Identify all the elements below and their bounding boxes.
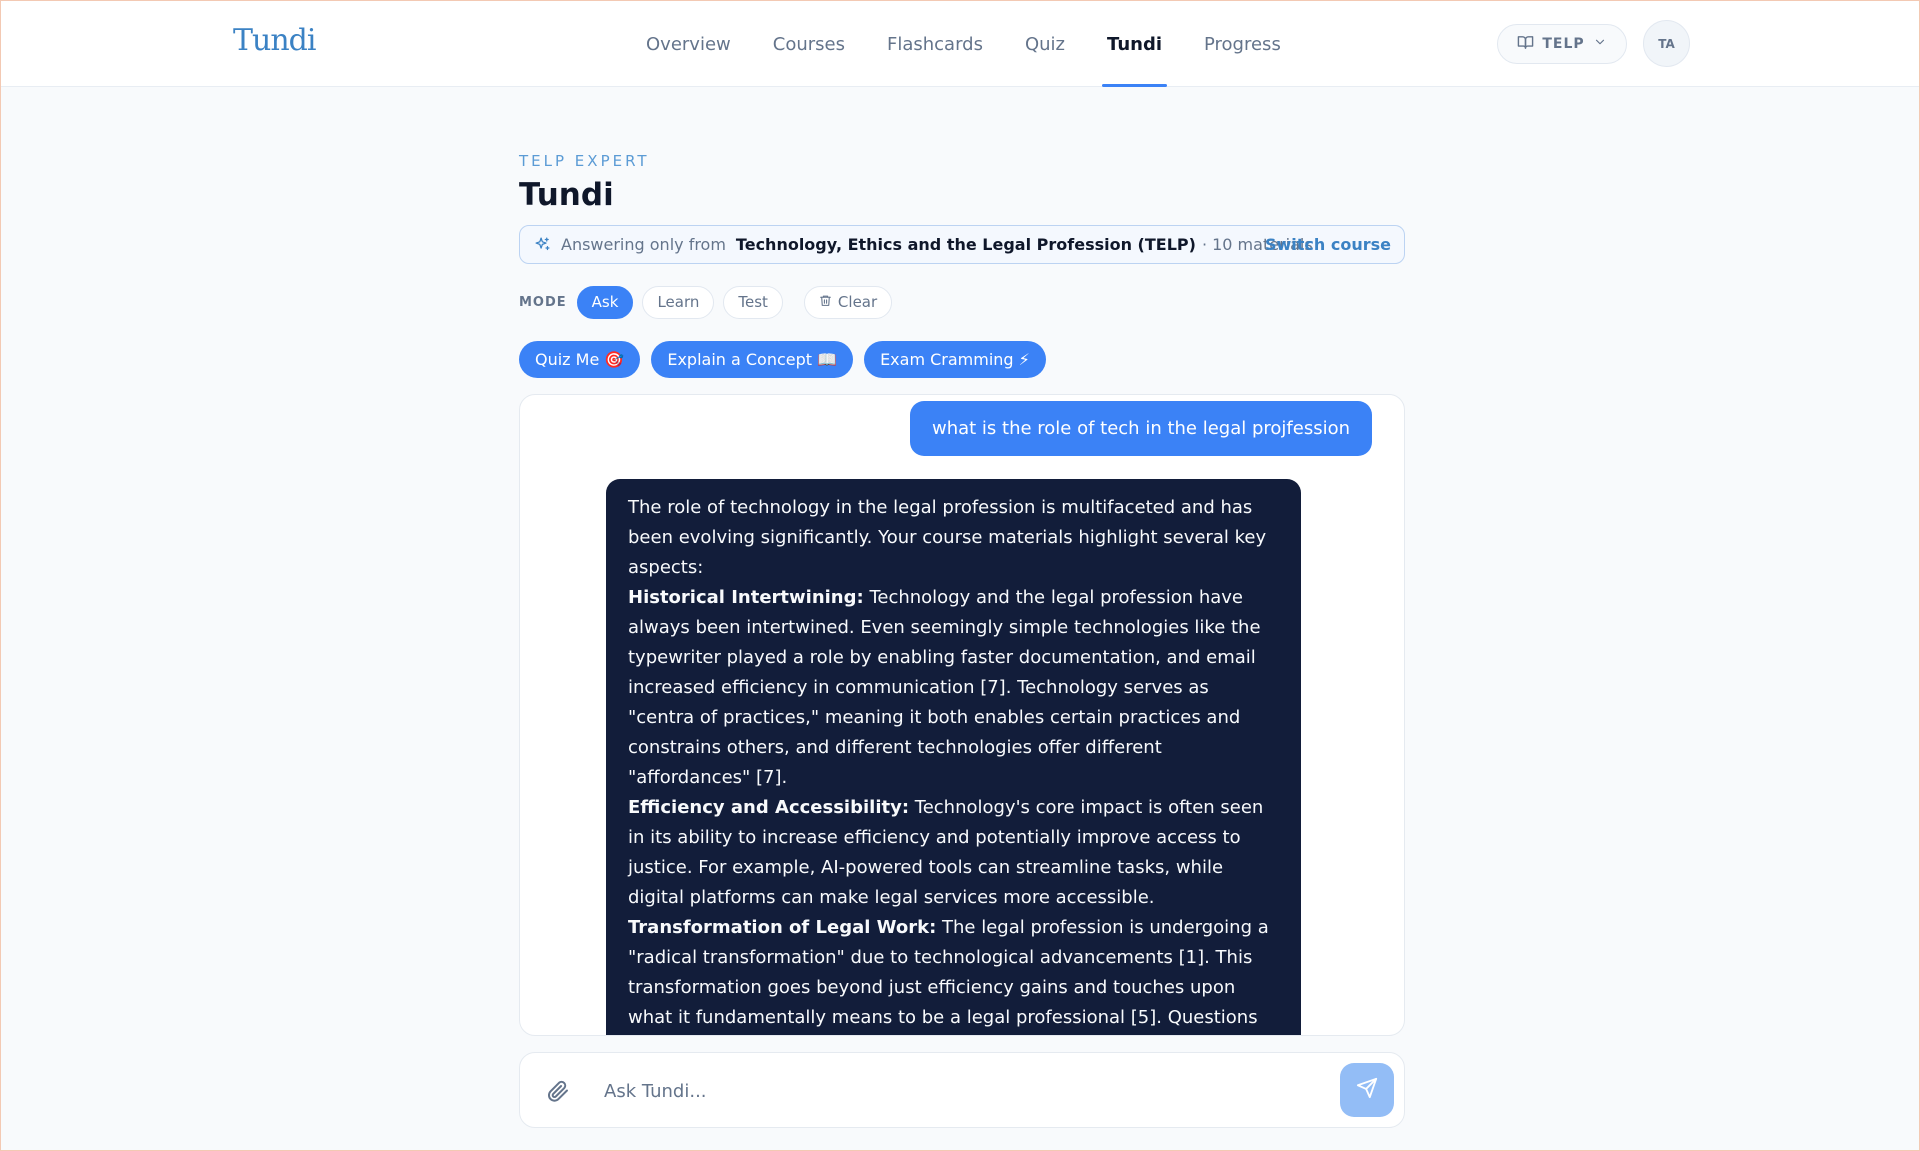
chat-input[interactable]	[604, 1073, 1244, 1109]
assistant-point: Historical Intertwining: Technology and …	[628, 583, 1279, 793]
assistant-message: The role of technology in the legal prof…	[606, 479, 1301, 1035]
chevron-down-icon	[1593, 35, 1607, 53]
page-eyebrow: TELP EXPERT	[519, 152, 650, 170]
chat-panel[interactable]: what is the role of tech in the legal pr…	[519, 394, 1405, 1036]
exam-cramming-button[interactable]: Exam Cramming ⚡	[864, 341, 1046, 378]
point-heading: Efficiency and Accessibility:	[628, 797, 910, 818]
mode-label: MODE	[519, 294, 567, 310]
scope-course-name: Technology, Ethics and the Legal Profess…	[735, 235, 1196, 254]
nav-item-overview[interactable]: Overview	[646, 1, 731, 87]
trash-icon	[819, 293, 832, 311]
point-heading: Transformation of Legal Work:	[628, 917, 937, 938]
nav-item-progress[interactable]: Progress	[1204, 1, 1281, 87]
quiz-me-button[interactable]: Quiz Me 🎯	[519, 341, 641, 378]
app-logo[interactable]: Tundi	[233, 23, 316, 58]
course-selector-label: TELP	[1542, 36, 1585, 52]
nav-item-courses[interactable]: Courses	[773, 1, 845, 87]
explain-concept-button[interactable]: Explain a Concept 📖	[651, 341, 854, 378]
nav-item-quiz[interactable]: Quiz	[1025, 1, 1065, 87]
nav-item-flashcards[interactable]: Flashcards	[887, 1, 983, 87]
send-button[interactable]	[1340, 1063, 1394, 1117]
clear-chat-button[interactable]: Clear	[803, 285, 893, 319]
quick-actions: Quiz Me 🎯 Explain a Concept 📖 Exam Cramm…	[519, 341, 1046, 378]
page-title: Tundi	[519, 177, 614, 213]
message-composer	[519, 1052, 1405, 1128]
send-icon	[1356, 1077, 1378, 1103]
point-heading: Historical Intertwining:	[628, 587, 864, 608]
mode-test-button[interactable]: Test	[723, 285, 783, 319]
point-text: Technology and the legal profession have…	[628, 587, 1261, 788]
main-nav: Overview Courses Flashcards Quiz Tundi P…	[646, 1, 1323, 87]
mode-learn-button[interactable]: Learn	[642, 285, 715, 319]
user-message: what is the role of tech in the legal pr…	[909, 401, 1372, 456]
assistant-point: Transformation of Legal Work: The legal …	[628, 913, 1279, 1035]
sparkle-icon	[534, 236, 551, 253]
clear-label: Clear	[837, 293, 878, 311]
user-avatar[interactable]: TA	[1643, 20, 1690, 67]
scope-prefix: Answering only from	[561, 235, 726, 254]
mode-ask-button[interactable]: Ask	[576, 285, 634, 319]
switch-course-link[interactable]: Switch course	[1265, 235, 1391, 254]
paperclip-icon[interactable]	[546, 1079, 570, 1103]
assistant-point: Efficiency and Accessibility: Technology…	[628, 793, 1279, 913]
assistant-intro: The role of technology in the legal prof…	[628, 497, 1267, 578]
book-icon	[1517, 34, 1534, 55]
course-selector-button[interactable]: TELP	[1497, 24, 1627, 64]
top-navigation-bar: Tundi Overview Courses Flashcards Quiz T…	[1, 1, 1919, 87]
course-scope-banner: Answering only from Technology, Ethics a…	[519, 225, 1405, 264]
nav-item-tundi[interactable]: Tundi	[1102, 1, 1167, 87]
mode-selector: MODE Ask Learn Test Clear	[519, 285, 901, 319]
